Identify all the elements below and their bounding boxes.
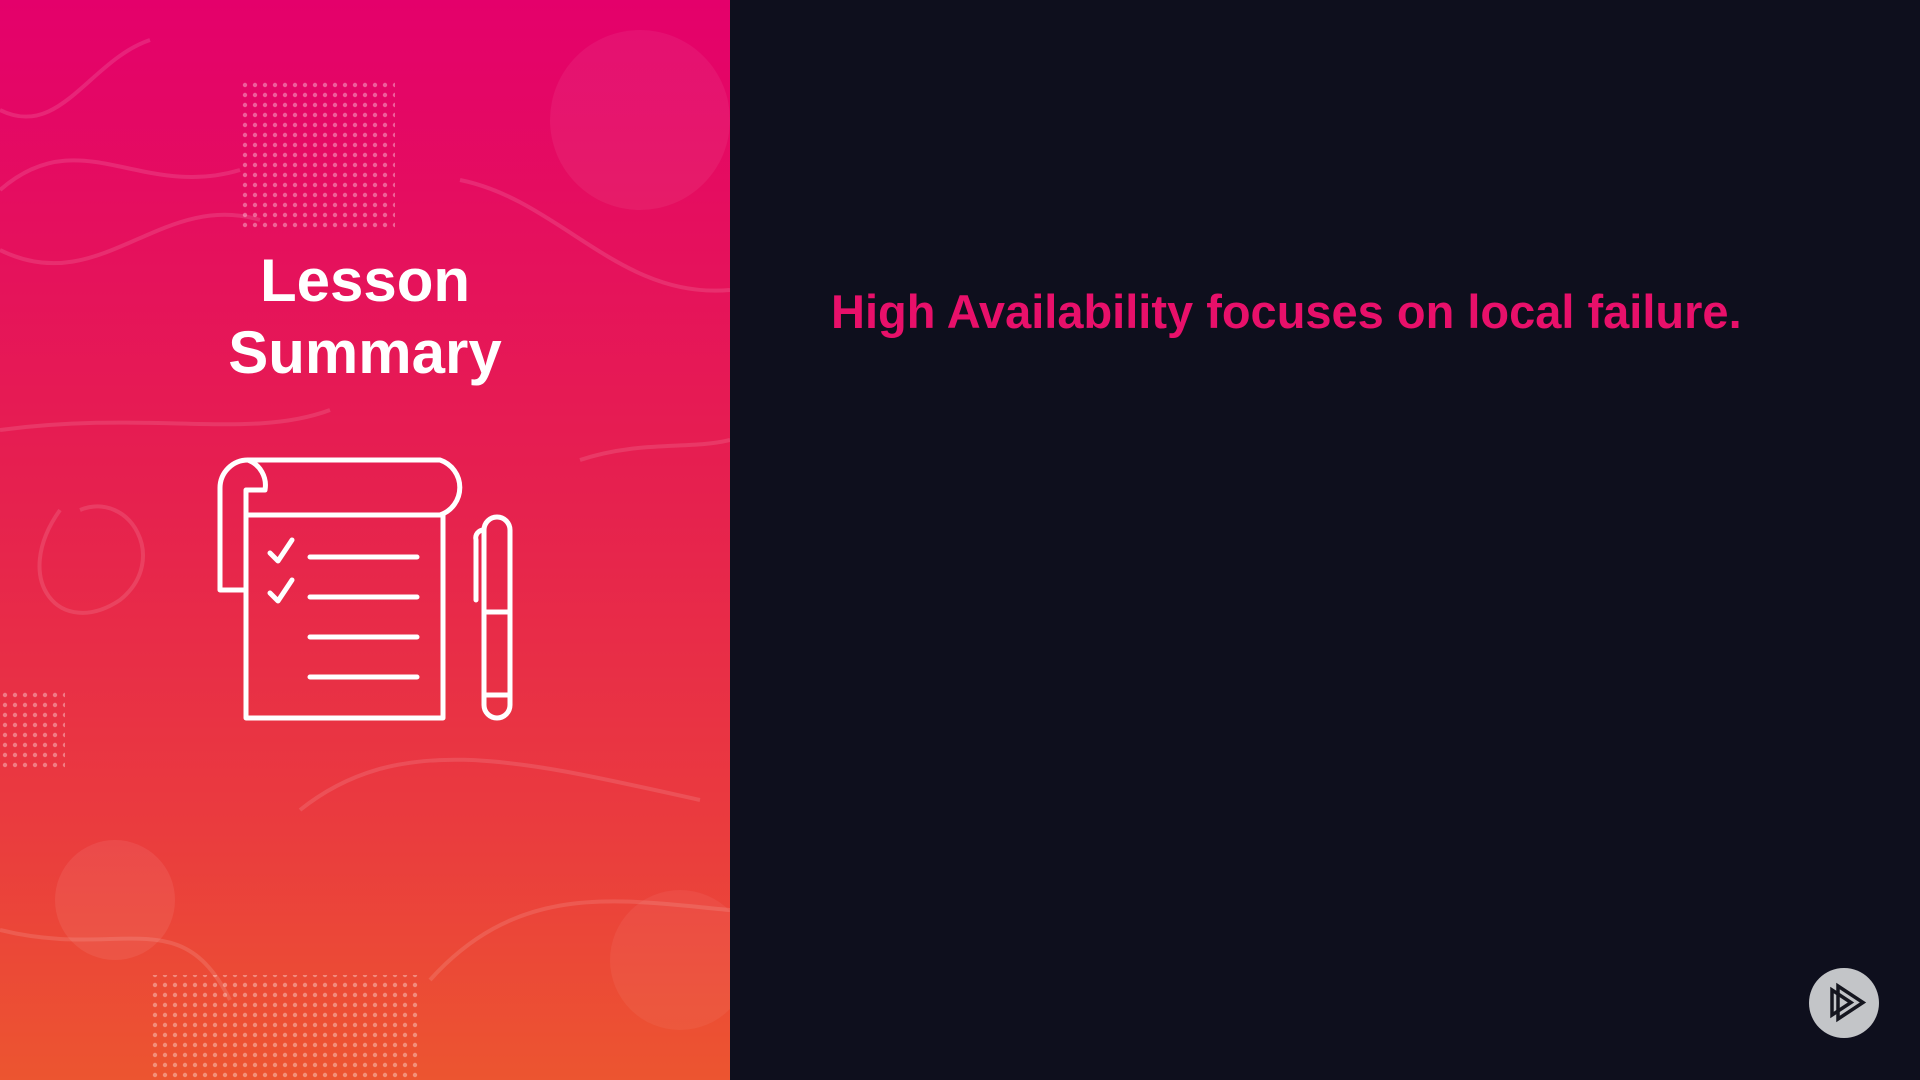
checklist-with-pen-icon — [217, 457, 513, 721]
play-logo-icon — [1809, 968, 1879, 1038]
summary-statement: High Availability focuses on local failu… — [831, 285, 1742, 338]
summary-panel: Lesson Summary — [0, 0, 730, 1080]
